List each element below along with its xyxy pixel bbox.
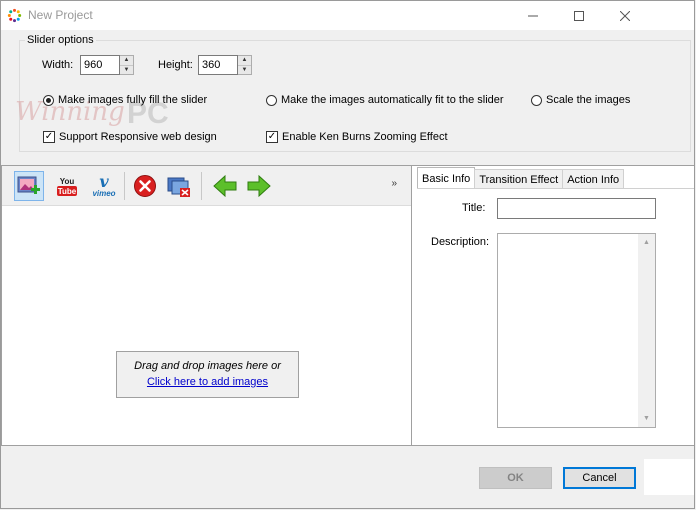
checkbox-label: Support Responsive web design	[59, 131, 217, 143]
new-project-window: New Project Slider options Width: ▲ ▼ He…	[0, 0, 695, 509]
title-bar: New Project	[1, 1, 694, 30]
youtube-you-text: You	[60, 177, 75, 186]
height-up-arrow[interactable]: ▲	[238, 56, 251, 65]
close-icon	[620, 10, 630, 21]
drop-zone[interactable]: Drag and drop images here or Click here …	[116, 351, 299, 398]
app-logo-icon	[7, 8, 22, 23]
maximize-button[interactable]	[556, 1, 602, 30]
move-left-button[interactable]	[210, 171, 240, 201]
width-up-arrow[interactable]: ▲	[120, 56, 133, 65]
corner-panel	[644, 459, 694, 495]
radio-label: Make the images automatically fit to the…	[281, 94, 504, 106]
toolbar-separator	[124, 172, 125, 200]
properties-panel: Basic Info Transition Effect Action Info…	[412, 165, 694, 448]
image-list-panel: You Tube v vimeo » Drag and drop images …	[1, 165, 412, 446]
move-right-button[interactable]	[244, 171, 274, 201]
tab-basic-info[interactable]: Basic Info	[417, 167, 476, 189]
delete-icon	[134, 175, 156, 197]
width-input[interactable]	[80, 55, 120, 75]
ok-button[interactable]: OK	[479, 467, 552, 489]
radio-scale[interactable]: Scale the images	[531, 94, 630, 106]
scroll-up-icon[interactable]: ▲	[638, 234, 655, 251]
image-toolbar: You Tube v vimeo »	[2, 166, 411, 206]
delete-button[interactable]	[130, 171, 160, 201]
minimize-button[interactable]	[510, 1, 556, 30]
description-label: Description:	[431, 236, 490, 248]
radio-dot	[266, 94, 277, 106]
youtube-icon: You Tube	[57, 177, 77, 196]
width-down-arrow[interactable]: ▼	[120, 65, 133, 75]
vimeo-button[interactable]: v vimeo	[89, 171, 119, 201]
maximize-icon	[574, 10, 584, 21]
add-images-link[interactable]: Click here to add images	[117, 376, 298, 388]
radio-dot	[43, 94, 54, 106]
radio-label: Make images fully fill the slider	[58, 94, 208, 106]
youtube-tube-text: Tube	[58, 187, 77, 196]
height-spinner: ▲ ▼	[198, 55, 252, 75]
toolbar-overflow-icon[interactable]: »	[391, 178, 397, 189]
description-textarea[interactable]: ▲ ▼	[497, 233, 656, 428]
checkmark-icon: ✓	[43, 131, 55, 143]
toolbar-separator	[201, 172, 202, 200]
move-left-icon	[213, 174, 237, 198]
remove-all-icon	[167, 177, 190, 197]
description-scrollbar[interactable]: ▲ ▼	[638, 234, 655, 427]
youtube-button[interactable]: You Tube	[52, 171, 82, 201]
width-label: Width:	[42, 59, 74, 71]
properties-tabs: Basic Info Transition Effect Action Info	[417, 167, 625, 189]
footer-divider	[1, 445, 694, 446]
remove-all-button[interactable]	[164, 171, 194, 201]
move-right-icon	[247, 174, 271, 198]
scroll-down-icon[interactable]: ▼	[638, 410, 655, 427]
basic-info-tab-body: Title: Description: ▲ ▼	[417, 188, 694, 448]
checkmark-icon: ✓	[266, 131, 278, 143]
checkbox-label: Enable Ken Burns Zooming Effect	[282, 131, 448, 143]
drop-zone-text: Drag and drop images here or	[134, 360, 281, 372]
tab-action-info[interactable]: Action Info	[562, 169, 625, 189]
cancel-button[interactable]: Cancel	[563, 467, 636, 489]
checkbox-ken-burns[interactable]: ✓ Enable Ken Burns Zooming Effect	[266, 131, 448, 143]
add-image-icon	[17, 176, 40, 194]
radio-dot	[531, 94, 542, 106]
height-down-arrow[interactable]: ▼	[238, 65, 251, 75]
checkbox-responsive[interactable]: ✓ Support Responsive web design	[43, 131, 217, 143]
radio-fill-slider[interactable]: Make images fully fill the slider	[43, 94, 207, 106]
height-label: Height:	[158, 59, 193, 71]
vimeo-word-text: vimeo	[92, 189, 115, 198]
radio-auto-fit[interactable]: Make the images automatically fit to the…	[266, 94, 504, 106]
radio-label: Scale the images	[546, 94, 631, 106]
window-title: New Project	[28, 8, 93, 22]
title-label: Title:	[462, 202, 486, 214]
close-button[interactable]	[602, 1, 648, 30]
minimize-icon	[528, 15, 538, 16]
add-image-button[interactable]	[14, 171, 44, 201]
slider-options-title: Slider options	[25, 34, 96, 46]
tab-transition-effect[interactable]: Transition Effect	[474, 169, 564, 189]
vimeo-icon: v vimeo	[92, 173, 115, 198]
width-spinner: ▲ ▼	[80, 55, 134, 75]
height-input[interactable]	[198, 55, 238, 75]
title-input[interactable]	[497, 198, 656, 219]
